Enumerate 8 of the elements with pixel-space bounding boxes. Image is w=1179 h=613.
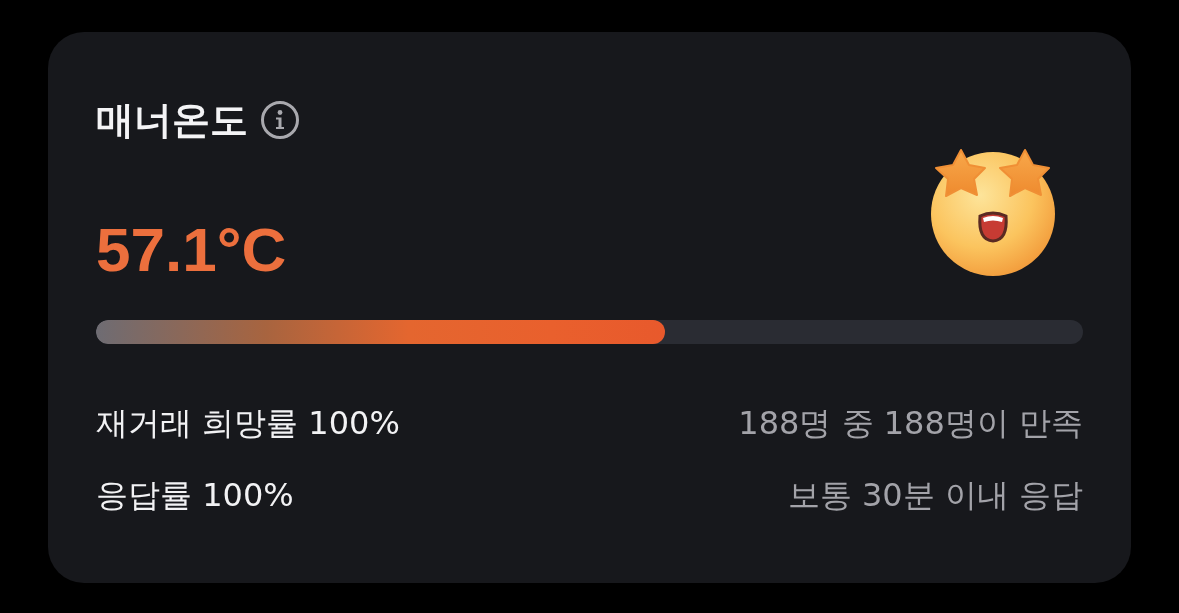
stat-label: 응답률 100% xyxy=(96,475,294,516)
card-title: 매너온도 xyxy=(96,98,248,142)
temperature-value: 57.1°C xyxy=(96,214,288,286)
info-icon[interactable] xyxy=(260,100,300,140)
stat-detail: 보통 30분 이내 응답 xyxy=(787,475,1083,516)
stat-label: 재거래 희망률 100% xyxy=(96,403,400,444)
stat-detail: 188명 중 188명이 만족 xyxy=(738,403,1083,444)
star-eyes-face-icon xyxy=(928,148,1058,276)
